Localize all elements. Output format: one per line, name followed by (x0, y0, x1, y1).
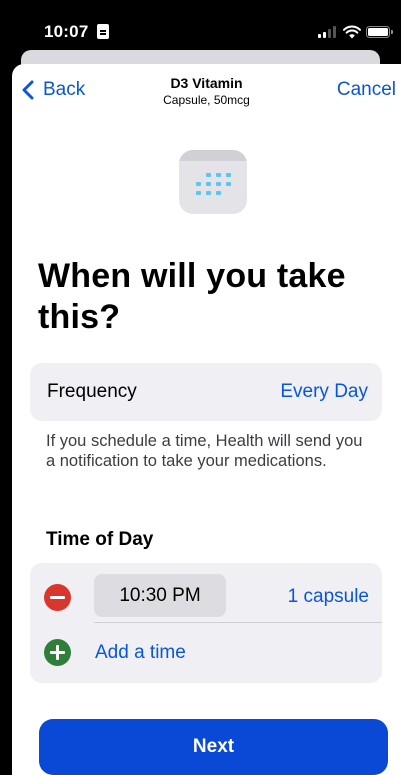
add-time-icon[interactable] (44, 639, 71, 666)
status-time: 10:07 (44, 22, 89, 41)
chevron-left-icon (22, 80, 34, 100)
time-of-day-list: 10:30 PM 1 capsule Add a time (30, 563, 382, 683)
id-badge-icon (97, 24, 109, 39)
back-label: Back (43, 79, 86, 100)
add-time-button[interactable]: Add a time (95, 642, 186, 664)
frequency-value: Every Day (280, 381, 368, 402)
wifi-icon (343, 25, 361, 39)
back-button[interactable]: Back (22, 79, 85, 101)
frequency-label: Frequency (47, 381, 137, 402)
next-button[interactable]: Next (39, 719, 388, 775)
notification-note: If you schedule a time, Health will send… (46, 432, 363, 470)
remove-time-button[interactable] (44, 584, 71, 611)
cancel-button[interactable]: Cancel (337, 79, 396, 101)
signal-icon (318, 26, 338, 38)
row-divider (94, 622, 382, 623)
calendar-icon (179, 150, 247, 214)
page-title: When will you take this? (38, 256, 401, 338)
medication-schedule-sheet: Back D3 Vitamin Capsule, 50mcg Cancel Wh… (12, 64, 401, 775)
time-picker[interactable]: 10:30 PM (94, 574, 226, 617)
frequency-row[interactable]: Frequency Every Day (30, 363, 382, 421)
time-of-day-heading: Time of Day (46, 529, 154, 550)
battery-icon (366, 26, 393, 38)
page-title-text: When will you take this? (38, 257, 346, 336)
dose-button[interactable]: 1 capsule (288, 586, 369, 608)
